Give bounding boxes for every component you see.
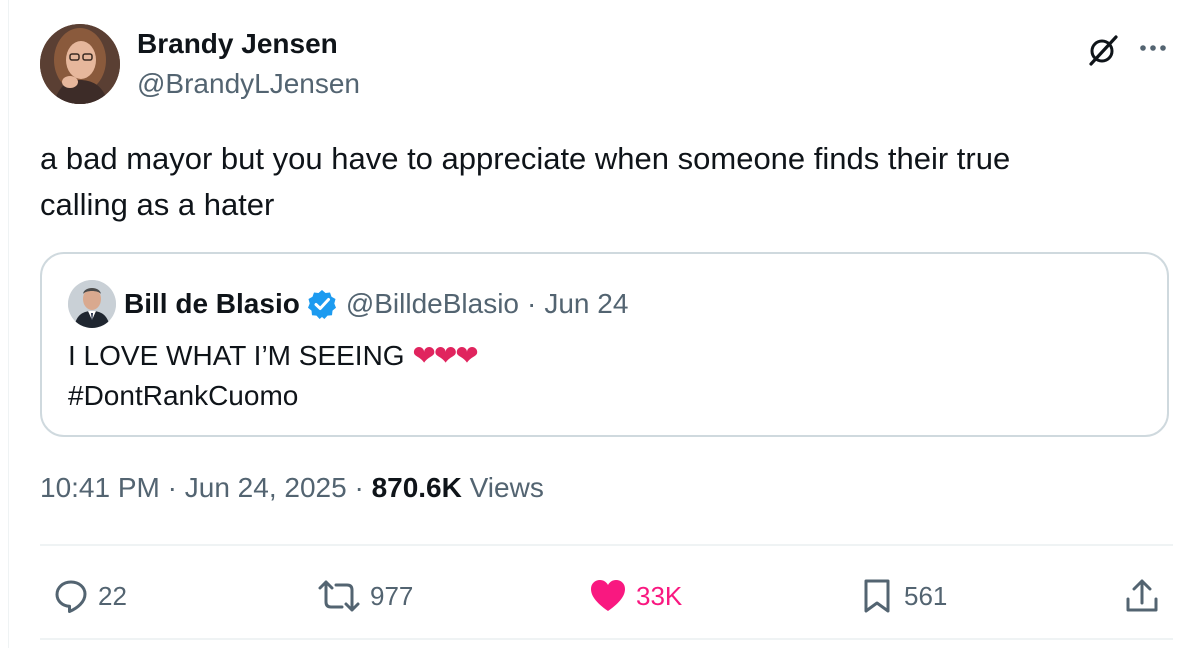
tweet-meta: 10:41 PM · Jun 24, 2025 · 870.6K Views — [40, 472, 544, 504]
quote-text-line: I LOVE WHAT I’M SEEING ❤❤❤ — [68, 336, 479, 376]
divider — [40, 638, 1173, 640]
author-avatar-image — [40, 24, 120, 104]
tweet-date[interactable]: Jun 24, 2025 — [185, 472, 347, 503]
reply-count: 22 — [98, 580, 127, 611]
more-options-icon[interactable] — [1133, 30, 1173, 66]
views-count[interactable]: 870.6K — [372, 472, 462, 503]
tweet-header: Brandy Jensen @BrandyLJensen — [40, 24, 1173, 106]
quote-avatar-image — [68, 280, 116, 328]
hearts-emoji: ❤❤❤ — [412, 339, 478, 372]
verified-badge-icon — [307, 290, 336, 319]
divider — [40, 544, 1173, 546]
bookmark-count: 561 — [904, 580, 948, 611]
like-count: 33K — [636, 580, 683, 611]
repost-button[interactable]: 977 — [316, 566, 413, 626]
action-bar: 22 977 33K 561 — [40, 566, 1173, 626]
left-border — [8, 0, 9, 648]
share-button[interactable] — [1123, 566, 1169, 626]
reply-icon — [55, 580, 87, 613]
author-name[interactable]: Brandy Jensen — [137, 28, 338, 60]
quote-avatar — [68, 280, 116, 328]
meta-separator: · — [346, 472, 372, 503]
bookmark-icon — [864, 579, 890, 613]
author-avatar[interactable] — [40, 24, 120, 104]
quote-header: Bill de Blasio @BilldeBlasio · Jun 24 — [124, 284, 628, 324]
quote-separator: · — [527, 288, 537, 319]
grok-icon[interactable] — [1085, 32, 1121, 68]
quote-author-name[interactable]: Bill de Blasio — [124, 288, 300, 320]
meta-separator: · — [159, 472, 185, 503]
quoted-tweet-card[interactable]: Bill de Blasio @BilldeBlasio · Jun 24 I … — [40, 252, 1169, 437]
quote-author-handle[interactable]: @BilldeBlasio — [346, 288, 519, 320]
quote-date[interactable]: Jun 24 — [544, 288, 628, 320]
like-button[interactable]: 33K — [588, 566, 682, 626]
repost-count: 977 — [370, 580, 414, 611]
share-icon — [1126, 579, 1158, 612]
quote-text-line1: I LOVE WHAT I’M SEEING — [68, 340, 405, 371]
repost-icon — [318, 580, 360, 612]
heart-icon — [591, 580, 625, 611]
tweet-text-line: a bad mayor but you have to appreciate w… — [40, 141, 1011, 176]
quote-text: I LOVE WHAT I’M SEEING ❤❤❤ #DontRankCuom… — [68, 336, 479, 416]
author-handle[interactable]: @BrandyLJensen — [137, 68, 360, 100]
bookmark-button[interactable]: 561 — [858, 566, 947, 626]
tweet-text-line: calling as a hater — [40, 187, 275, 222]
hashtag-link[interactable]: #DontRankCuomo — [68, 376, 477, 416]
views-label: Views — [461, 472, 544, 503]
tweet: Brandy Jensen @BrandyLJensen a bad mayor… — [40, 24, 1173, 640]
tweet-text: a bad mayor but you have to appreciate w… — [40, 136, 1170, 228]
reply-button[interactable]: 22 — [52, 566, 127, 626]
tweet-time[interactable]: 10:41 PM — [40, 472, 160, 503]
